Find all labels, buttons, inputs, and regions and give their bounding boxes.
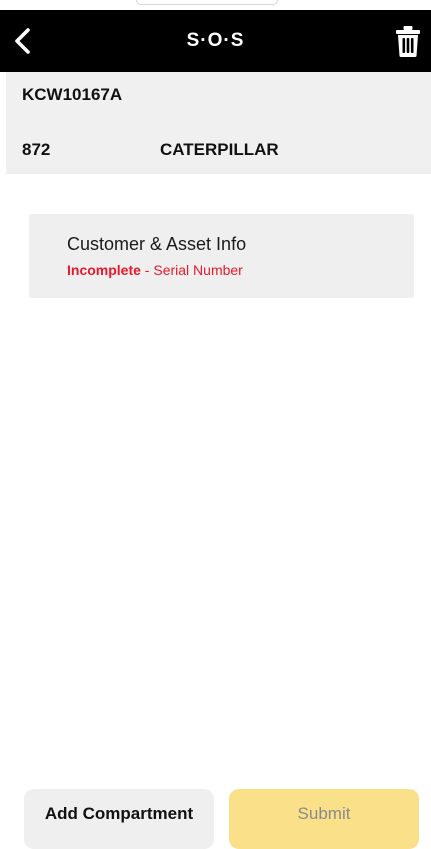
- add-compartment-label: Add Compartment: [44, 804, 194, 823]
- add-compartment-button[interactable]: Add Compartment: [24, 789, 214, 849]
- status-bar-notch: [136, 0, 278, 5]
- trash-icon: [396, 26, 420, 57]
- customer-asset-info-card[interactable]: Customer & Asset Info Incomplete - Seria…: [29, 214, 414, 298]
- asset-model: 872: [22, 140, 51, 159]
- asset-info-panel: KCW10167A 872 CATERPILLAR: [6, 72, 431, 174]
- asset-make: CATERPILLAR: [160, 140, 279, 159]
- status-detail: Serial Number: [153, 262, 243, 278]
- delete-button[interactable]: [393, 24, 423, 58]
- card-status-line: Incomplete - Serial Number: [67, 262, 243, 278]
- status-separator: -: [140, 262, 154, 278]
- page-title: S·O·S: [186, 30, 245, 51]
- card-title: Customer & Asset Info: [67, 234, 247, 254]
- asset-id: KCW10167A: [22, 85, 123, 104]
- submit-label: Submit: [297, 804, 351, 823]
- submit-button[interactable]: Submit: [229, 789, 419, 849]
- status-label: Incomplete: [67, 262, 141, 278]
- top-nav-bar: S·O·S: [0, 10, 431, 72]
